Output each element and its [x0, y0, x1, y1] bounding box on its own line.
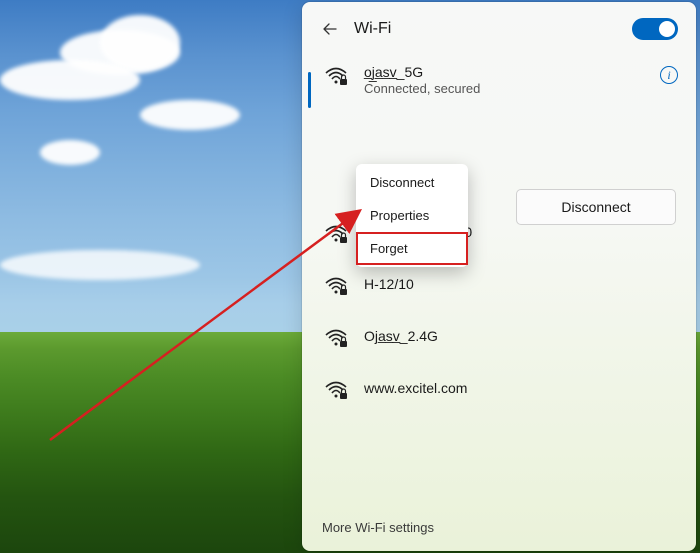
back-arrow-icon	[322, 21, 338, 37]
panel-title: Wi-Fi	[354, 20, 618, 38]
wifi-toggle[interactable]	[632, 18, 678, 40]
network-name: Oja̲s̲v̲_2.4G	[364, 328, 438, 344]
network-name: o̲j̲a̲s̲v̲_5G	[364, 64, 642, 80]
context-menu: Disconnect Properties Forget	[356, 164, 468, 267]
network-list: o̲j̲a̲s̲v̲_5G Connected, secured i Disco…	[302, 54, 696, 506]
menu-item-forget[interactable]: Forget	[356, 232, 468, 265]
cloud-decoration	[40, 140, 100, 165]
network-item-connected[interactable]: o̲j̲a̲s̲v̲_5G Connected, secured i	[302, 54, 696, 106]
wifi-secured-icon	[324, 276, 346, 294]
cloud-decoration	[100, 15, 180, 70]
back-button[interactable]	[320, 19, 340, 39]
menu-item-properties[interactable]: Properties	[356, 199, 468, 232]
network-text: o̲j̲a̲s̲v̲_5G Connected, secured	[364, 64, 642, 96]
wifi-secured-icon	[324, 380, 346, 398]
panel-header: Wi-Fi	[302, 2, 696, 54]
wifi-quick-settings-panel: Wi-Fi o̲j̲a̲s̲v̲_5G	[302, 2, 696, 551]
wifi-secured-icon	[324, 224, 346, 242]
network-status: Connected, secured	[364, 81, 642, 96]
wifi-secured-icon	[324, 328, 346, 346]
network-item[interactable]: Oja̲s̲v̲_2.4G	[302, 310, 696, 362]
cloud-decoration	[0, 60, 140, 100]
cloud-decoration	[140, 100, 240, 130]
network-item[interactable]: www.excitel.com	[302, 362, 696, 414]
menu-item-disconnect[interactable]: Disconnect	[356, 166, 468, 199]
wifi-secured-icon	[324, 66, 346, 84]
network-name: www.excitel.com	[364, 380, 467, 396]
desktop-background: WindowsClub Wi-Fi	[0, 0, 700, 553]
info-icon[interactable]: i	[660, 66, 678, 84]
more-wifi-settings-link[interactable]: More Wi-Fi settings	[302, 506, 696, 551]
network-name: H-12/10	[364, 276, 414, 292]
cloud-decoration	[0, 250, 200, 280]
